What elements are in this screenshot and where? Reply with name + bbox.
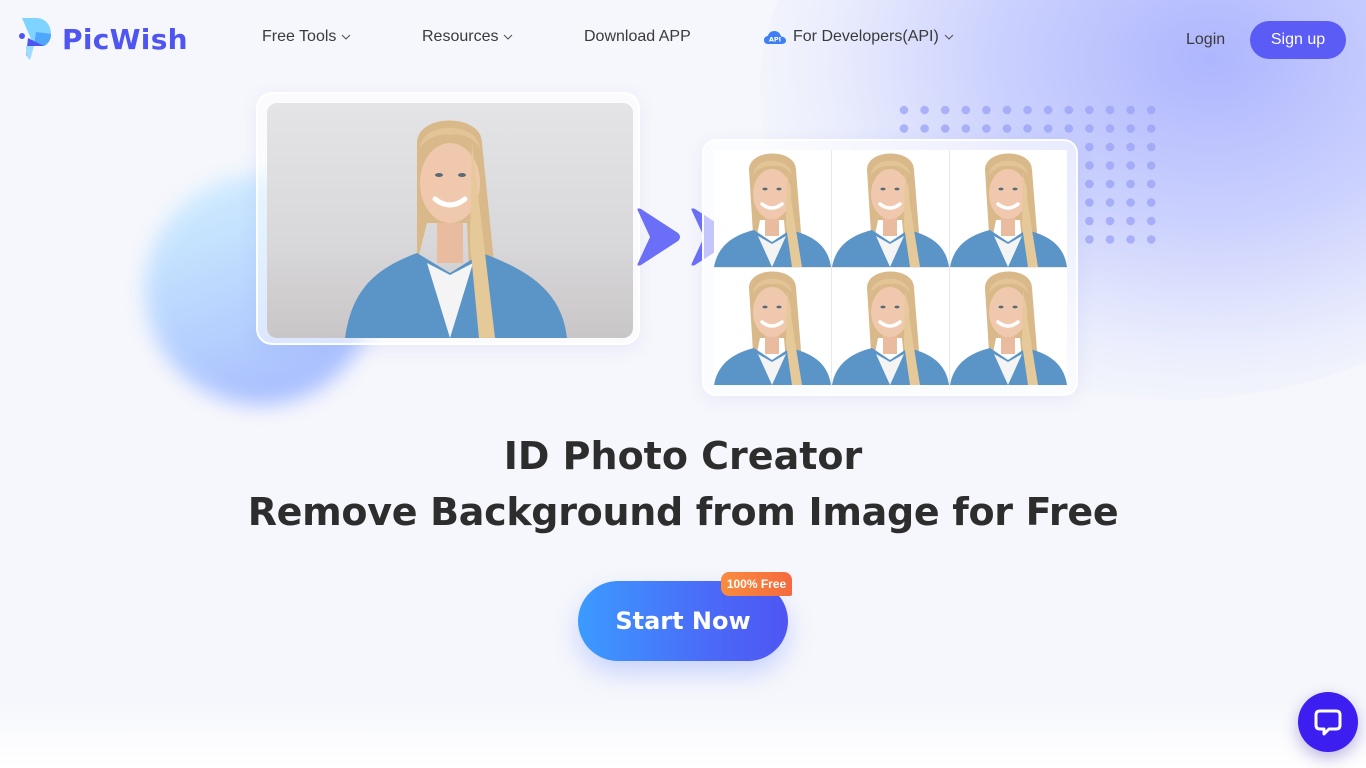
nav-download-app[interactable]: Download APP — [584, 28, 691, 46]
decorative-dot — [1146, 235, 1156, 244]
portrait-illustration — [345, 120, 567, 338]
decorative-dot — [899, 124, 909, 133]
decorative-dot — [1126, 105, 1135, 115]
nav-resources-label: Resources — [422, 28, 499, 45]
decorative-dot — [1126, 216, 1135, 226]
decorative-dot — [1085, 235, 1094, 244]
decorative-dot — [1105, 161, 1115, 170]
chevron-down-icon — [944, 34, 954, 40]
free-badge: 100% Free — [721, 572, 792, 596]
nav-developers-label: For Developers(API) — [793, 28, 939, 45]
id-photo — [832, 268, 949, 385]
before-image-card — [256, 92, 640, 345]
decorative-dot — [899, 105, 909, 115]
id-photo-grid — [714, 150, 1067, 385]
decorative-dot — [1146, 198, 1156, 207]
decorative-dot — [920, 105, 929, 115]
decorative-dot — [1043, 105, 1053, 115]
decorative-dot — [940, 105, 950, 115]
decorative-dot — [1126, 179, 1135, 189]
background-bottom-fade — [0, 700, 1366, 768]
api-badge-text: API — [769, 36, 781, 44]
decorative-dot — [1105, 179, 1115, 189]
site-header: PicWish Free Tools Resources Download AP… — [0, 0, 1366, 80]
decorative-dot — [1002, 105, 1012, 115]
decorative-dot — [1105, 142, 1115, 152]
decorative-dot — [1064, 124, 1074, 133]
decorative-dot — [1105, 235, 1115, 244]
after-image-card — [702, 139, 1078, 396]
picwish-logo-icon — [19, 18, 51, 60]
decorative-dot — [1085, 161, 1094, 170]
chat-bubble-icon — [1314, 709, 1342, 736]
chevron-down-icon — [504, 34, 513, 40]
decorative-dot — [1105, 124, 1115, 133]
decorative-dot — [1146, 124, 1156, 133]
decorative-dot — [1064, 105, 1074, 115]
id-photo — [950, 268, 1067, 385]
decorative-dot — [1146, 161, 1156, 170]
decorative-dot — [1023, 105, 1032, 115]
id-photo — [714, 268, 831, 385]
decorative-dot — [961, 124, 971, 133]
login-link[interactable]: Login — [1186, 31, 1225, 49]
decorative-dot — [1085, 216, 1094, 226]
decorative-dot — [1023, 124, 1032, 133]
nav-download-app-label: Download APP — [584, 28, 691, 45]
decorative-dot — [1126, 198, 1135, 207]
decorative-dot — [1043, 124, 1053, 133]
page-title: ID Photo Creator — [503, 434, 863, 478]
decorative-dot — [1126, 161, 1135, 170]
decorative-dot — [1146, 179, 1156, 189]
nav-free-tools[interactable]: Free Tools — [262, 28, 351, 46]
decorative-dot — [1126, 235, 1135, 244]
nav-resources[interactable]: Resources — [422, 28, 513, 46]
page-subtitle: Remove Background from Image for Free — [247, 490, 1119, 534]
decorative-dot — [1085, 105, 1094, 115]
portrait-photo — [267, 103, 633, 338]
id-photo — [832, 150, 949, 267]
decorative-dot — [1002, 124, 1012, 133]
decorative-dot — [1105, 105, 1115, 115]
decorative-dot — [1126, 142, 1135, 152]
decorative-dot — [1085, 179, 1094, 189]
brand-name: PicWish — [62, 22, 188, 56]
chevron-down-icon — [342, 34, 351, 40]
decorative-dot — [1146, 105, 1156, 115]
decorative-dot — [940, 124, 950, 133]
decorative-dot — [1085, 124, 1094, 133]
id-photo — [714, 150, 831, 267]
decorative-dot — [1105, 198, 1115, 207]
decorative-dot — [1146, 216, 1156, 226]
nav-developers-api[interactable]: API For Developers(API) — [763, 28, 954, 46]
logo[interactable]: PicWish — [18, 16, 188, 62]
signup-button[interactable]: Sign up — [1250, 21, 1346, 59]
decorative-dot — [1085, 142, 1094, 152]
decorative-dot — [961, 105, 971, 115]
nav-free-tools-label: Free Tools — [262, 28, 337, 45]
decorative-dot — [1146, 142, 1156, 152]
decorative-dot — [920, 124, 929, 133]
decorative-dot — [1105, 216, 1115, 226]
api-cloud-icon: API — [764, 31, 786, 44]
decorative-dot — [982, 105, 991, 115]
decorative-dot — [982, 124, 991, 133]
chat-button[interactable] — [1298, 692, 1358, 752]
decorative-dot — [1126, 124, 1135, 133]
decorative-dot — [1085, 198, 1094, 207]
id-photo — [950, 150, 1067, 267]
